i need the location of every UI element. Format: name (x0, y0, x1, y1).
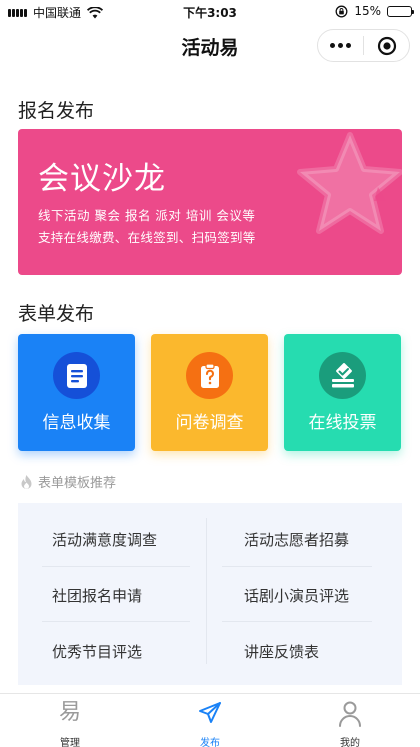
questionnaire-label: 问卷调查 (175, 413, 244, 433)
section-title-form: 表单发布 (18, 303, 95, 325)
template-item[interactable]: 社团报名申请 (52, 585, 142, 606)
tab-publish-label: 发布 (200, 738, 220, 747)
template-divider-row-1-right (222, 566, 372, 567)
template-divider-vertical (206, 518, 207, 664)
tab-mine-label: 我的 (340, 738, 360, 747)
status-right: 15% (335, 4, 414, 18)
info-collection-label: 信息收集 (42, 413, 111, 433)
more-button[interactable] (318, 30, 363, 61)
nav-bar: 活动易 (0, 24, 420, 68)
banner-title: 会议沙龙 (38, 161, 166, 197)
banner-subtitle-2: 支持在线缴费、在线签到、扫码签到等 (38, 230, 256, 245)
template-divider-row-1-left (42, 566, 190, 567)
close-button[interactable] (364, 30, 409, 61)
orientation-lock-icon (335, 5, 348, 17)
close-target-icon (377, 36, 396, 55)
tab-publish[interactable]: 发布 (140, 694, 280, 747)
mini-program-capsule (317, 29, 410, 62)
document-icon (53, 352, 100, 399)
banner-subtitle-1: 线下活动 聚会 报名 派对 培训 会议等 (38, 208, 256, 223)
ballot-box-icon (319, 352, 366, 399)
meeting-salon-banner[interactable]: 会议沙龙 线下活动 聚会 报名 派对 培训 会议等 支持在线缴费、在线签到、扫码… (18, 129, 402, 275)
paper-plane-icon (140, 700, 280, 726)
yi-glyph: 易 (58, 700, 81, 725)
tab-manage[interactable]: 易 管理 (0, 694, 140, 747)
template-divider-row-2-right (222, 621, 372, 622)
star-icon (297, 132, 402, 234)
template-item[interactable]: 话剧小演员评选 (244, 585, 349, 606)
app-screen: 中国联通 下午3:03 15% 活动易 报名发布 会议沙龙 线下活动 聚会 报名… (0, 0, 420, 747)
template-item[interactable]: 活动满意度调查 (52, 529, 157, 550)
clipboard-question-icon (186, 352, 233, 399)
template-item[interactable]: 优秀节目评选 (52, 641, 142, 662)
user-icon (280, 700, 420, 728)
tab-manage-label: 管理 (60, 738, 80, 747)
info-collection-tile[interactable]: 信息收集 (18, 334, 135, 451)
tab-bar: 易 管理 发布 我的 (0, 693, 420, 747)
template-item[interactable]: 讲座反馈表 (244, 641, 319, 662)
template-divider-row-2-left (42, 621, 190, 622)
online-voting-tile[interactable]: 在线投票 (284, 334, 401, 451)
battery-percent: 15% (354, 4, 381, 18)
flame-icon (21, 474, 32, 489)
tab-mine[interactable]: 我的 (280, 694, 420, 747)
template-recommend-heading: 表单模板推荐 (19, 472, 116, 491)
battery-icon (387, 5, 414, 17)
section-title-signup: 报名发布 (18, 100, 95, 122)
online-voting-label: 在线投票 (308, 413, 377, 433)
questionnaire-tile[interactable]: 问卷调查 (151, 334, 268, 451)
yi-character-icon: 易 (0, 700, 140, 726)
template-recommend-title: 表单模板推荐 (38, 476, 117, 491)
template-item[interactable]: 活动志愿者招募 (244, 529, 349, 550)
status-bar: 中国联通 下午3:03 15% (0, 0, 420, 24)
